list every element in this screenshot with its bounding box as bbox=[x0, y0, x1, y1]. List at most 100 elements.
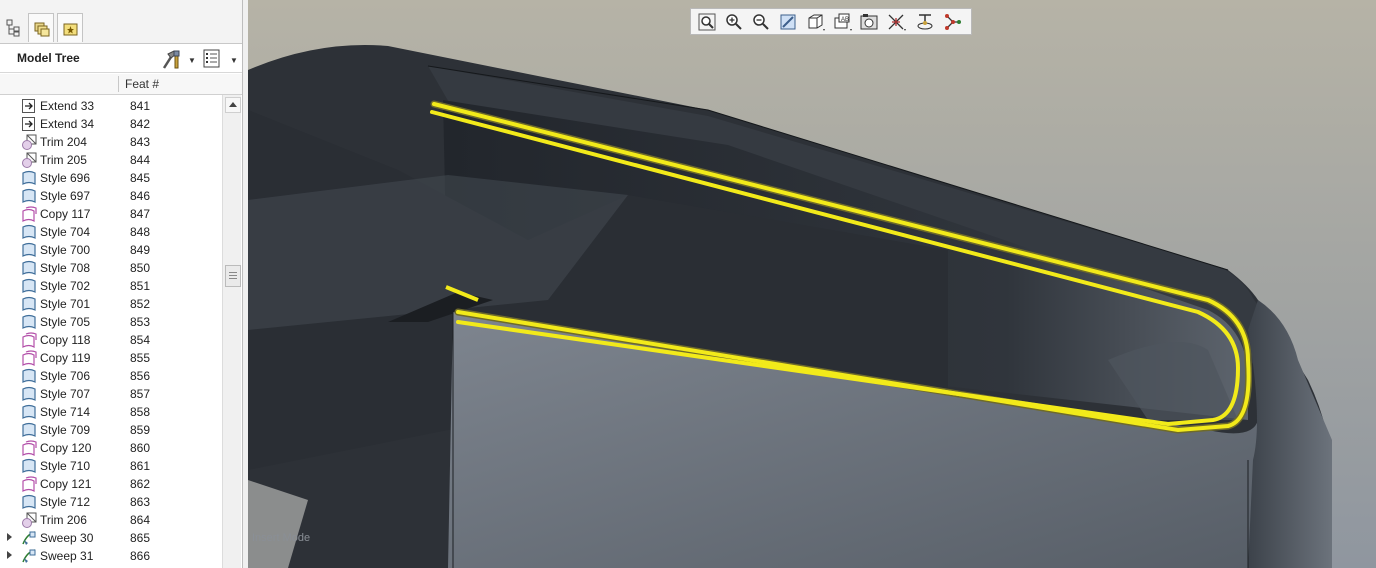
zoom-out-button[interactable] bbox=[749, 11, 773, 33]
expand-arrow-icon[interactable] bbox=[7, 551, 12, 559]
feature-icon bbox=[21, 134, 37, 150]
feature-icon bbox=[21, 278, 37, 294]
feature-number: 857 bbox=[130, 387, 151, 401]
tree-row[interactable]: Extend 33 841 bbox=[0, 97, 222, 115]
tree-row[interactable]: Style 701 852 bbox=[0, 295, 222, 313]
feature-icon bbox=[21, 368, 37, 384]
feature-number: 856 bbox=[130, 369, 151, 383]
style-icon bbox=[22, 170, 36, 185]
folder-browser-tab[interactable] bbox=[28, 13, 54, 42]
scroll-up-arrow[interactable] bbox=[225, 97, 241, 113]
feature-icon bbox=[21, 170, 37, 186]
tree-settings-button[interactable]: ▼ bbox=[160, 48, 196, 70]
graphics-viewport[interactable]: AB Insert Mode bbox=[248, 0, 1376, 568]
feature-name: Copy 121 bbox=[40, 477, 92, 491]
vertical-scrollbar[interactable] bbox=[222, 95, 241, 568]
model-tree-panel: Model Tree ▼ ▼ Feat # Extend 33 841 Extend… bbox=[0, 0, 243, 568]
tree-row[interactable]: Style 696 845 bbox=[0, 169, 222, 187]
repaint-button[interactable] bbox=[776, 11, 800, 33]
tree-row[interactable]: Style 706 856 bbox=[0, 367, 222, 385]
model-tree-tab[interactable] bbox=[1, 13, 25, 41]
feature-name: Style 712 bbox=[40, 495, 91, 509]
tree-row[interactable]: Style 714 858 bbox=[0, 403, 222, 421]
feature-icon bbox=[21, 494, 37, 510]
tree-row[interactable]: Style 710 861 bbox=[0, 457, 222, 475]
tree-row[interactable]: Style 705 853 bbox=[0, 313, 222, 331]
feature-name: Style 701 bbox=[40, 297, 91, 311]
expand-arrow-icon[interactable] bbox=[7, 533, 12, 541]
feature-number: 850 bbox=[130, 261, 151, 275]
annotation-display-icon bbox=[945, 14, 961, 30]
display-style-button[interactable] bbox=[803, 11, 827, 33]
trim-icon bbox=[22, 512, 37, 528]
view-manager-button[interactable] bbox=[857, 11, 881, 33]
tree-row[interactable]: Trim 206 864 bbox=[0, 511, 222, 529]
feature-icon bbox=[21, 224, 37, 240]
extend-icon bbox=[22, 99, 35, 113]
tree-row[interactable]: Style 712 863 bbox=[0, 493, 222, 511]
refit-button[interactable] bbox=[695, 11, 719, 33]
feature-name: Style 697 bbox=[40, 189, 91, 203]
tree-row[interactable]: Style 708 850 bbox=[0, 259, 222, 277]
tree-row[interactable]: Style 702 851 bbox=[0, 277, 222, 295]
tree-row[interactable]: Style 707 857 bbox=[0, 385, 222, 403]
tree-row[interactable]: Copy 118 854 bbox=[0, 331, 222, 349]
feature-icon bbox=[21, 152, 37, 168]
style-icon bbox=[22, 242, 36, 257]
tree-show-button[interactable]: ▼ bbox=[203, 48, 239, 70]
tree-row[interactable]: Sweep 30 865 bbox=[0, 529, 222, 547]
tree-row[interactable]: Trim 205 844 bbox=[0, 151, 222, 169]
feature-icon bbox=[21, 440, 37, 457]
feature-name: Style 714 bbox=[40, 405, 91, 419]
copy-icon bbox=[22, 476, 37, 493]
tree-row[interactable]: Extend 34 842 bbox=[0, 115, 222, 133]
feature-icon bbox=[21, 350, 37, 367]
feature-icon bbox=[21, 98, 37, 114]
repaint-icon bbox=[780, 14, 796, 30]
folder-browser-tab-icon bbox=[34, 22, 50, 37]
tree-column-header: Feat # bbox=[0, 74, 242, 95]
style-icon bbox=[22, 368, 36, 383]
feature-name: Style 707 bbox=[40, 387, 91, 401]
feature-name: Style 700 bbox=[40, 243, 91, 257]
model-tree-title: Model Tree bbox=[17, 51, 80, 65]
feature-name: Style 705 bbox=[40, 315, 91, 329]
model-tree-tab-icon bbox=[6, 19, 20, 37]
saved-views-button[interactable]: AB bbox=[830, 11, 854, 33]
datum-display-icon bbox=[888, 14, 906, 31]
tree-row[interactable]: Copy 119 855 bbox=[0, 349, 222, 367]
copy-icon bbox=[22, 350, 37, 367]
tree-row[interactable]: Style 697 846 bbox=[0, 187, 222, 205]
feature-icon bbox=[21, 386, 37, 402]
trim-icon bbox=[22, 152, 37, 168]
feature-icon bbox=[21, 476, 37, 493]
favorites-tab[interactable] bbox=[57, 13, 83, 42]
feature-name: Style 709 bbox=[40, 423, 91, 437]
copy-icon bbox=[22, 332, 37, 349]
feature-name: Copy 119 bbox=[40, 351, 91, 365]
tree-row[interactable]: Trim 204 843 bbox=[0, 133, 222, 151]
column-feat-number[interactable]: Feat # bbox=[125, 77, 159, 91]
spin-center-button[interactable] bbox=[913, 11, 937, 33]
feature-number: 862 bbox=[130, 477, 151, 491]
model-3d-view[interactable] bbox=[248, 0, 1376, 568]
feature-number: 842 bbox=[130, 117, 151, 131]
zoom-in-button[interactable] bbox=[722, 11, 746, 33]
tree-row[interactable]: Copy 120 860 bbox=[0, 439, 222, 457]
tree-row[interactable]: Copy 121 862 bbox=[0, 475, 222, 493]
tree-row[interactable]: Sweep 31 866 bbox=[0, 547, 222, 565]
tree-row[interactable]: Style 700 849 bbox=[0, 241, 222, 259]
tree-row[interactable]: Copy 117 847 bbox=[0, 205, 222, 223]
annotation-display-button[interactable] bbox=[941, 11, 965, 33]
column-divider[interactable] bbox=[118, 76, 119, 92]
feature-number: 859 bbox=[130, 423, 151, 437]
scroll-thumb[interactable] bbox=[225, 265, 241, 287]
tree-row[interactable]: Style 704 848 bbox=[0, 223, 222, 241]
feature-name: Style 706 bbox=[40, 369, 91, 383]
datum-display-button[interactable] bbox=[884, 11, 908, 33]
view-manager-icon bbox=[860, 14, 878, 30]
feature-number: 860 bbox=[130, 441, 151, 455]
feature-icon bbox=[21, 404, 37, 420]
tree-row[interactable]: Style 709 859 bbox=[0, 421, 222, 439]
feature-number: 841 bbox=[130, 99, 151, 113]
